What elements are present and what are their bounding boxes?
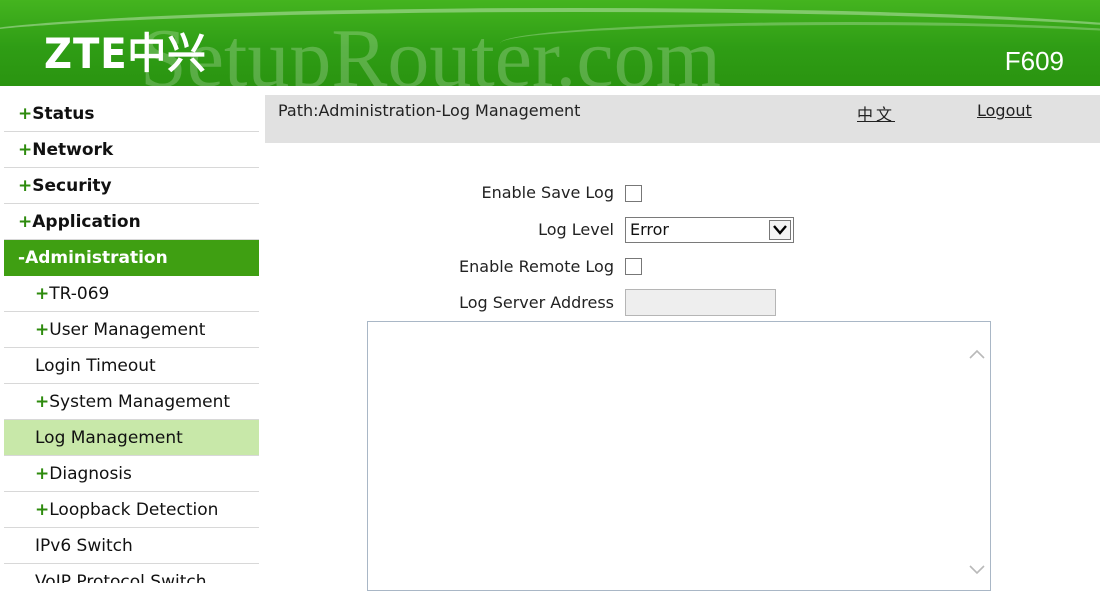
sidebar-item-label: Application: [32, 212, 141, 232]
expand-icon: +: [35, 320, 50, 340]
sidebar-item-user-management[interactable]: +User Management: [4, 312, 259, 348]
sidebar-item-status[interactable]: +Status: [4, 96, 259, 132]
enable-remote-log-label: Enable Remote Log: [459, 257, 614, 276]
log-level-value: Error: [630, 220, 669, 239]
sidebar-item-administration[interactable]: -Administration: [4, 240, 259, 276]
sidebar-item-network[interactable]: +Network: [4, 132, 259, 168]
path-bar: Path:Administration-Log Management 中文 Lo…: [265, 95, 1100, 143]
sidebar-item-label: System Management: [49, 392, 231, 412]
expand-icon: +: [35, 284, 50, 304]
log-server-address-input[interactable]: [625, 289, 776, 316]
sidebar-item-label: IPv6 Switch: [35, 536, 133, 556]
collapse-icon: -: [18, 248, 26, 268]
log-level-label: Log Level: [538, 220, 614, 239]
sidebar-item-label: VoIP Protocol Switch: [35, 572, 207, 583]
header-banner: ZTE中兴 SetupRouter.com F609: [0, 0, 1100, 86]
expand-icon: +: [35, 464, 50, 484]
sidebar-item-label: Security: [32, 176, 112, 196]
sidebar-item-loopback-detection[interactable]: +Loopback Detection: [4, 492, 259, 528]
sidebar-nav: +Status +Network +Security +Application …: [4, 96, 259, 583]
logout-link[interactable]: Logout: [977, 101, 1032, 120]
zte-logo: ZTE中兴: [44, 29, 207, 78]
log-level-select[interactable]: Error: [625, 217, 794, 243]
sidebar-item-diagnosis[interactable]: +Diagnosis: [4, 456, 259, 492]
sidebar-item-label: Administration: [25, 248, 168, 268]
sidebar-item-label: TR-069: [49, 284, 110, 304]
header-divider: [0, 86, 1100, 92]
log-textarea[interactable]: [367, 321, 991, 591]
enable-save-log-label: Enable Save Log: [481, 183, 614, 202]
sidebar-item-system-management[interactable]: +System Management: [4, 384, 259, 420]
scroll-up-icon[interactable]: [968, 346, 986, 360]
expand-icon: +: [18, 140, 33, 160]
sidebar-item-ipv6-switch[interactable]: IPv6 Switch: [4, 528, 259, 564]
sidebar-item-application[interactable]: +Application: [4, 204, 259, 240]
sidebar-item-label: Loopback Detection: [49, 500, 219, 520]
sidebar-item-login-timeout[interactable]: Login Timeout: [4, 348, 259, 384]
sidebar-item-label: User Management: [49, 320, 206, 340]
sidebar-item-label: Network: [32, 140, 114, 160]
sidebar-item-label: Status: [32, 104, 95, 124]
sidebar-item-label: Diagnosis: [49, 464, 132, 484]
log-server-address-label: Log Server Address: [459, 293, 614, 312]
expand-icon: +: [35, 392, 50, 412]
expand-icon: +: [18, 212, 33, 232]
scroll-down-icon[interactable]: [968, 562, 986, 576]
breadcrumb: Path:Administration-Log Management: [278, 101, 581, 120]
sidebar-item-voip-protocol-switch[interactable]: VoIP Protocol Switch: [4, 564, 259, 583]
sidebar-item-label: Login Timeout: [35, 356, 156, 376]
language-link[interactable]: 中文: [857, 101, 895, 125]
sidebar-item-log-management[interactable]: Log Management: [4, 420, 259, 456]
expand-icon: +: [18, 104, 33, 124]
expand-icon: +: [18, 176, 33, 196]
enable-save-log-checkbox[interactable]: [625, 185, 642, 202]
sidebar-item-label: Log Management: [35, 428, 183, 448]
model-name: F609: [1004, 46, 1064, 76]
sidebar-item-security[interactable]: +Security: [4, 168, 259, 204]
sidebar-item-tr069[interactable]: +TR-069: [4, 276, 259, 312]
expand-icon: +: [35, 500, 50, 520]
enable-remote-log-checkbox[interactable]: [625, 258, 642, 275]
chevron-down-icon[interactable]: [769, 220, 791, 240]
